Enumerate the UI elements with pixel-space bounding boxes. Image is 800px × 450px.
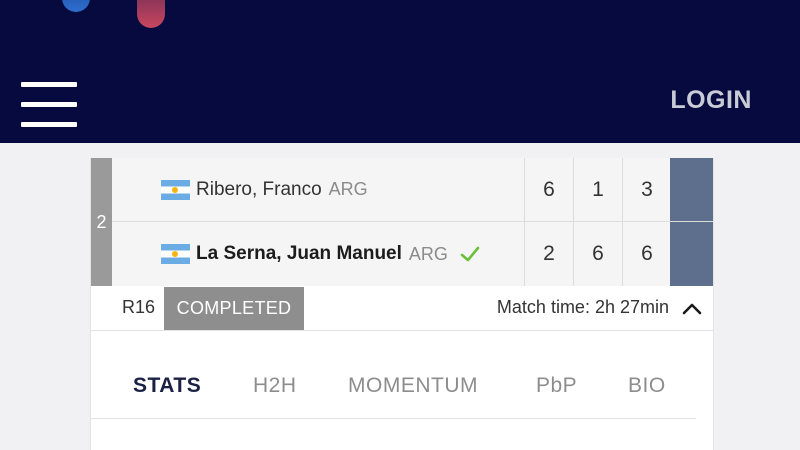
player-row[interactable]: Ribero, Franco ARG: [112, 158, 524, 222]
player-row[interactable]: La Serna, Juan Manuel ARG: [112, 222, 524, 286]
set-score: 2: [524, 222, 573, 286]
chevron-up-icon[interactable]: [681, 300, 703, 318]
status-indicator: [670, 222, 713, 286]
player-name[interactable]: La Serna, Juan Manuel: [196, 243, 402, 265]
tab-bio[interactable]: BIO: [628, 374, 666, 398]
argentina-flag-icon: [161, 244, 190, 264]
login-button[interactable]: LOGIN: [670, 86, 752, 115]
set-score: 3: [622, 158, 671, 222]
set-score: 6: [524, 158, 573, 222]
player-name[interactable]: Ribero, Franco: [196, 179, 322, 201]
tab-momentum[interactable]: MOMENTUM: [348, 374, 478, 398]
logo-shape-blue: [62, 0, 90, 12]
set-score: 1: [573, 158, 622, 222]
argentina-flag-icon: [161, 179, 190, 200]
match-info-row: R16 COMPLETED Match time: 2h 27min: [91, 287, 713, 331]
match-time: Match time: 2h 27min: [496, 297, 669, 317]
match-card: 2 Ribero, Franco ARG La Serna, Juan Manu…: [90, 158, 714, 450]
winner-check-icon: [460, 246, 480, 262]
seed-number: 2: [91, 158, 112, 286]
player-country: ARG: [408, 243, 448, 264]
tab-pbp[interactable]: PbP: [536, 374, 577, 398]
set-score: 6: [622, 222, 671, 286]
match-tabs: STATS H2H MOMENTUM PbP BIO: [91, 348, 696, 419]
site-header: LOGIN: [0, 0, 800, 143]
status-badge: COMPLETED: [164, 287, 304, 330]
set-score: 6: [573, 222, 622, 286]
tab-stats[interactable]: STATS: [133, 374, 201, 398]
player-country: ARG: [328, 179, 368, 199]
hamburger-menu-icon[interactable]: [21, 82, 77, 128]
tab-h2h[interactable]: H2H: [253, 374, 297, 398]
logo-shape-red: [137, 0, 165, 28]
round-label: R16: [122, 297, 156, 317]
status-indicator: [670, 158, 713, 222]
